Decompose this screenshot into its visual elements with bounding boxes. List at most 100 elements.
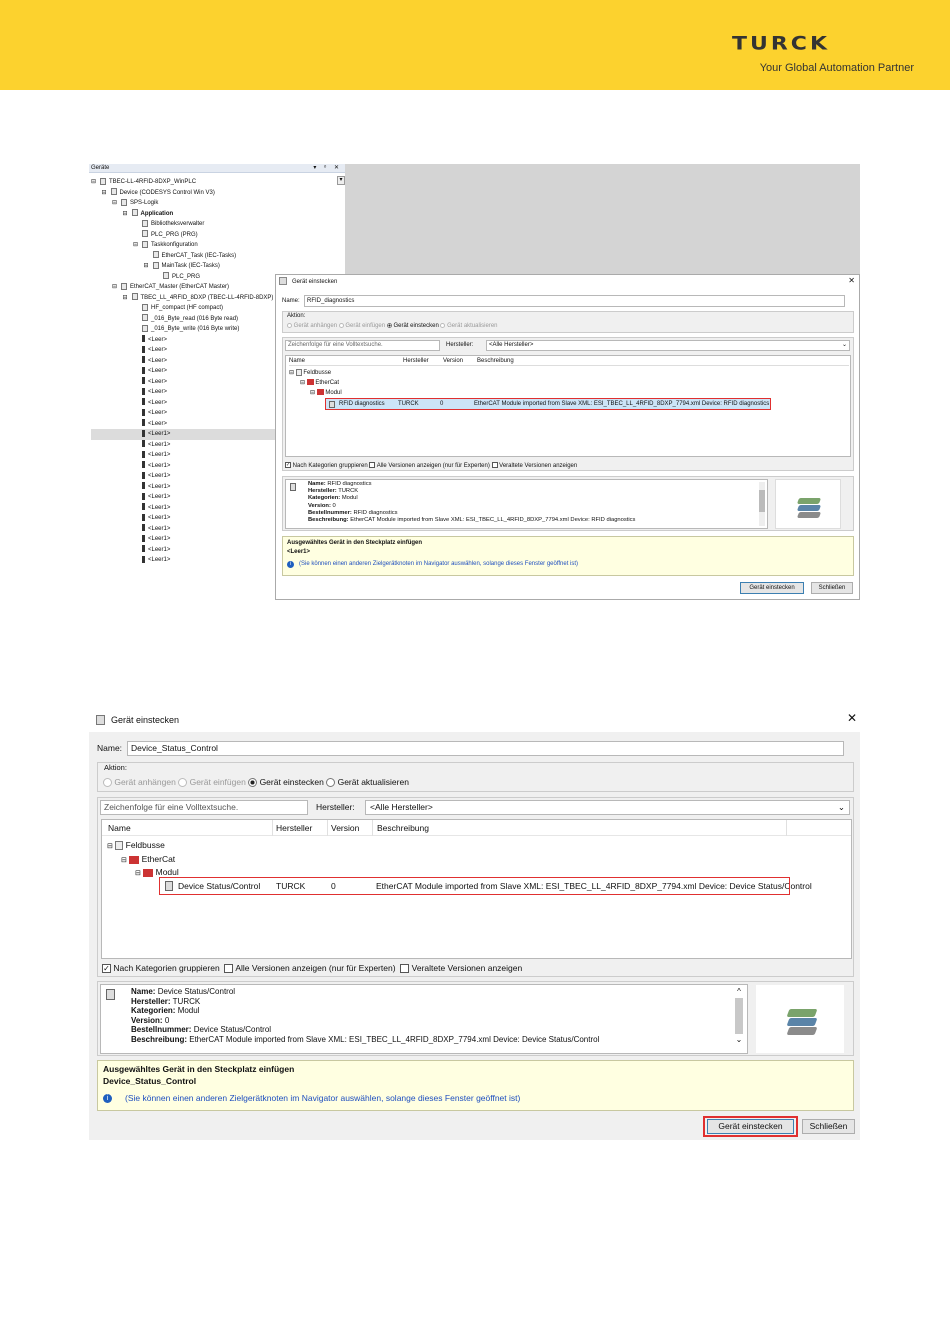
radio-plug[interactable] xyxy=(248,778,258,788)
radio-attach-label: Gerät anhängen xyxy=(293,323,338,329)
slot-value: <Leer1> xyxy=(287,549,311,555)
col-vendor[interactable]: Hersteller xyxy=(403,356,429,367)
tree-node-label: PLC_PRG xyxy=(172,273,201,280)
category-feldbusse[interactable]: ⊟ Feldbusse xyxy=(289,368,331,379)
checkbox-all-versions[interactable] xyxy=(369,462,376,469)
checkbox-all-label: Alle Versionen anzeigen (nur für Experte… xyxy=(376,463,490,469)
radio-attach[interactable] xyxy=(287,322,292,328)
name-input[interactable]: RFID_diagnostics xyxy=(304,295,845,307)
action-options: Gerät anhängen Gerät einfügen Gerät eins… xyxy=(287,321,498,332)
dialog-title: Gerät einstecken xyxy=(111,715,180,725)
collapse-icon[interactable]: ⊟ xyxy=(112,198,121,209)
tree-node[interactable]: ⊟ MainTask (IEC-Tasks) xyxy=(91,261,351,272)
checkbox-obsolete[interactable] xyxy=(400,964,410,974)
col-vendor[interactable]: Hersteller xyxy=(276,823,312,834)
tree-node[interactable]: ⊟ Taskkonfiguration xyxy=(91,240,351,251)
tree-node-label: _016_Byte_write (016 Byte write) xyxy=(151,326,240,332)
tree-node-label: <Leer> xyxy=(148,368,168,374)
close-icon[interactable]: ✕ xyxy=(848,276,855,287)
collapse-icon[interactable]: ⊟ xyxy=(107,843,113,850)
category-feldbusse[interactable]: ⊟ Feldbusse xyxy=(107,840,165,852)
radio-update[interactable] xyxy=(440,322,446,328)
tree-node[interactable]: Bibliotheksverwalter xyxy=(91,219,351,230)
tree-node-label: <Leer1> xyxy=(148,536,171,542)
radio-attach[interactable] xyxy=(103,778,112,788)
tree-node[interactable]: ⊟ Device (CODESYS Control Win V3) xyxy=(91,188,351,199)
category-ethercat[interactable]: ⊟ EtherCat xyxy=(121,854,175,866)
vendor-label: Hersteller: xyxy=(316,802,355,812)
name-input[interactable]: Device_Status_Control xyxy=(127,741,844,756)
list-header: Name Hersteller Version Beschreibung xyxy=(102,820,851,836)
slot-icon xyxy=(142,429,145,437)
insert-device-dialog-large: Gerät einstecken ✕ Name: Device_Status_C… xyxy=(89,710,860,1140)
vendor-select-value: <Alle Hersteller> xyxy=(489,342,534,348)
tree-node[interactable]: ⊟ SPS-Logik xyxy=(91,198,351,209)
collapse-icon[interactable]: ⊟ xyxy=(289,370,294,376)
tree-node[interactable]: ⊟ TBEC-LL-4RFID-8DXP_WinPLC xyxy=(91,177,351,188)
list-options: ✓ Nach Kategorien gruppieren Alle Versio… xyxy=(102,963,522,974)
checkbox-group-by-category[interactable]: ✓ xyxy=(102,964,111,974)
vendor-select[interactable]: <Alle Hersteller> ⌄ xyxy=(365,800,850,815)
slot-icon xyxy=(142,440,145,448)
checkbox-obsolete[interactable] xyxy=(491,462,498,469)
dialog-icon xyxy=(96,715,105,725)
slot-title: Ausgewähltes Gerät in den Steckplatz ein… xyxy=(103,1064,295,1074)
col-name[interactable]: Name xyxy=(289,356,305,367)
radio-plug[interactable] xyxy=(386,322,392,328)
info-scrollbar[interactable] xyxy=(759,482,765,526)
col-description[interactable]: Beschreibung xyxy=(477,356,514,367)
device-image xyxy=(756,985,844,1053)
tree-node-label: <Leer> xyxy=(148,357,168,364)
collapse-icon[interactable]: ⊟ xyxy=(123,209,132,220)
col-name[interactable]: Name xyxy=(108,823,131,834)
collapse-icon[interactable]: ⊟ xyxy=(123,293,132,304)
pane-controls[interactable]: ▾ ᵒ ✕ xyxy=(313,164,342,173)
tree-node[interactable]: PLC_PRG (PRG) xyxy=(91,230,351,241)
close-button[interactable]: Schließen xyxy=(811,582,853,594)
slot-icon xyxy=(142,524,145,532)
search-input[interactable]: Zeichenfolge für eine Volltextsuche. xyxy=(100,800,308,815)
close-icon[interactable]: ✕ xyxy=(847,712,857,724)
close-button[interactable]: Schließen xyxy=(802,1119,855,1134)
tree-node-label: _016_Byte_read (016 Byte read) xyxy=(151,315,239,322)
collapse-icon[interactable]: ⊟ xyxy=(300,380,305,386)
checkbox-group-by-category[interactable]: ✓ xyxy=(285,462,291,469)
category-feldbusse-label: Feldbusse xyxy=(125,840,165,850)
radio-insert-label: Gerät einfügen xyxy=(345,323,386,329)
info-panel: Name: Device Status/Control Hersteller: … xyxy=(97,981,854,1056)
radio-insert[interactable] xyxy=(338,322,344,328)
col-version[interactable]: Version xyxy=(443,356,463,367)
category-ethercat[interactable]: ⊟ EtherCat xyxy=(300,378,339,389)
collapse-icon[interactable]: ⊟ xyxy=(121,857,127,864)
collapse-icon[interactable]: ⊟ xyxy=(310,390,315,396)
col-description[interactable]: Beschreibung xyxy=(377,823,429,834)
collapse-icon[interactable]: ⊟ xyxy=(102,188,111,199)
tree-node[interactable]: EtherCAT_Task (IEC-Tasks) xyxy=(91,251,351,262)
scroll-down-icon[interactable]: ⌄ xyxy=(734,1036,744,1044)
scroll-up-icon[interactable]: ^ xyxy=(734,988,744,996)
tree-node-label: SPS-Logik xyxy=(130,200,159,206)
collapse-icon[interactable]: ⊟ xyxy=(91,177,100,188)
tree-node-label: <Leer1> xyxy=(148,441,171,448)
device-list[interactable]: Name Hersteller Version Beschreibung ⊟ F… xyxy=(101,819,852,959)
tree-node[interactable]: ⊟ Application xyxy=(91,209,351,220)
info-scrollbar[interactable]: ^ ⌄ xyxy=(734,988,744,1050)
category-modul[interactable]: ⊟ Modul xyxy=(310,388,342,399)
device-list[interactable]: Name Hersteller Version Beschreibung ⊟ F… xyxy=(285,355,851,457)
plug-device-button[interactable]: Gerät einstecken xyxy=(740,582,804,594)
search-input[interactable]: Zeichenfolge für eine Volltextsuche. xyxy=(285,340,440,351)
collapse-icon[interactable]: ⊟ xyxy=(135,870,141,877)
collapse-icon[interactable]: ⊟ xyxy=(144,261,153,272)
radio-update[interactable] xyxy=(326,778,336,788)
radio-insert-label: Gerät einfügen xyxy=(189,777,246,787)
fieldbus-icon xyxy=(295,368,302,376)
radio-plug-label: Gerät einstecken xyxy=(259,777,324,787)
tree-dropdown-arrow[interactable]: ▾ xyxy=(337,176,345,185)
plug-device-button[interactable]: Gerät einstecken xyxy=(707,1119,794,1134)
vendor-select[interactable]: <Alle Hersteller> ⌄ xyxy=(486,340,850,351)
collapse-icon[interactable]: ⊟ xyxy=(112,282,121,293)
col-version[interactable]: Version xyxy=(331,823,359,834)
collapse-icon[interactable]: ⊟ xyxy=(133,240,142,251)
radio-insert[interactable] xyxy=(178,778,188,788)
checkbox-all-versions[interactable] xyxy=(224,964,234,974)
